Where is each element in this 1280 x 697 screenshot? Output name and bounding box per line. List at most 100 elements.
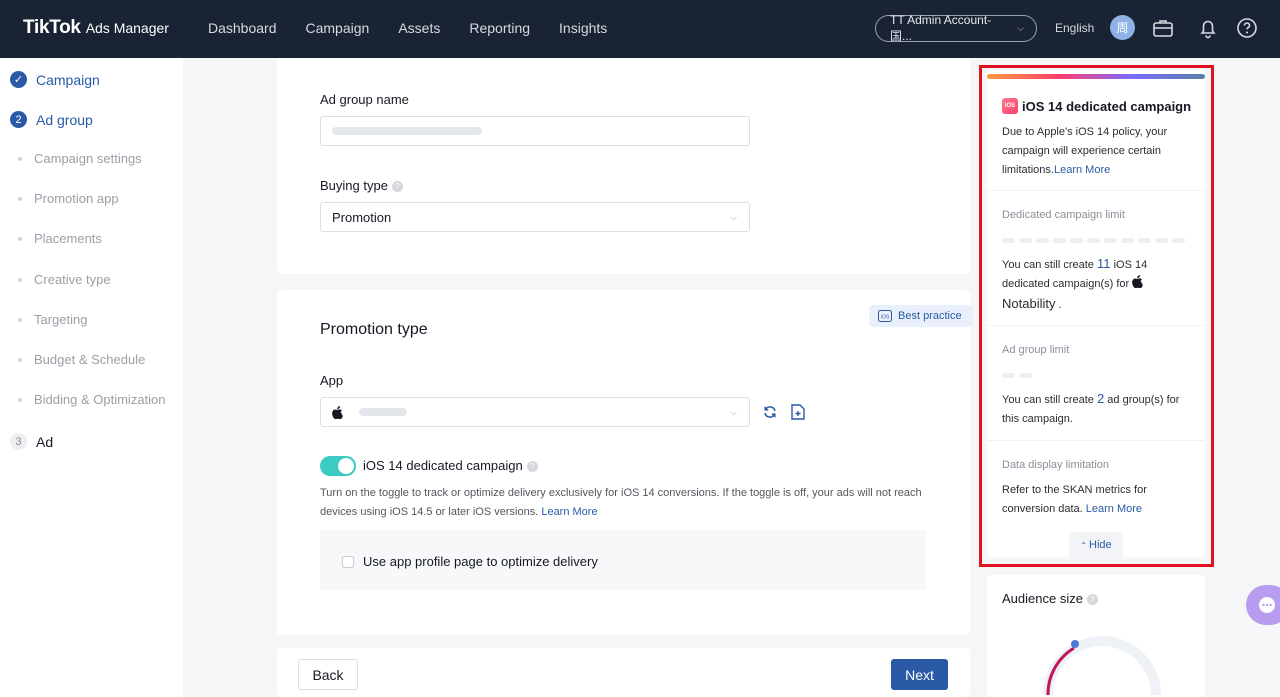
profile-page-label: Use app profile page to optimize deliver… — [363, 554, 598, 569]
adgroup-limit-pre: You can still create — [1002, 394, 1094, 406]
apple-icon — [332, 405, 343, 419]
chevron-down-icon: ⌵ — [730, 407, 737, 417]
nav-reporting[interactable]: Reporting — [469, 20, 530, 36]
learn-more-link[interactable]: Learn More — [1054, 164, 1110, 176]
substep-label: Bidding & Optimization — [34, 392, 166, 407]
app-label: App — [320, 373, 344, 388]
briefcase-icon[interactable] — [1152, 17, 1174, 39]
substep-campaign-settings[interactable]: Campaign settings — [18, 151, 142, 166]
audience-size-card: Audience size? — [987, 575, 1205, 697]
substep-label: Placements — [34, 231, 102, 246]
ios14-description-text: Turn on the toggle to track or optimize … — [320, 487, 922, 518]
nav-campaign[interactable]: Campaign — [306, 20, 370, 36]
bullet-icon — [18, 397, 22, 402]
buying-type-value: Promotion — [332, 209, 392, 225]
nav-dashboard[interactable]: Dashboard — [208, 20, 277, 36]
help-icon[interactable]: ? — [526, 461, 538, 473]
back-button[interactable]: Back — [298, 659, 358, 690]
help-icon[interactable]: ? — [391, 181, 403, 193]
hide-label: Hide — [1089, 539, 1112, 551]
ios-icon: iOS — [878, 310, 892, 322]
substep-label: Campaign settings — [34, 151, 142, 166]
help-icon[interactable]: ? — [1086, 594, 1098, 606]
bullet-icon — [18, 236, 22, 241]
blurred-value — [332, 127, 482, 135]
footer-bar: Back Next — [277, 648, 970, 697]
campaign-limit-title: Dedicated campaign limit — [1002, 209, 1125, 221]
bullet-icon — [18, 277, 22, 282]
adgroup-name-input[interactable] — [320, 116, 750, 146]
chevron-down-icon: ⌵ — [1017, 23, 1024, 33]
bell-icon[interactable] — [1197, 17, 1219, 39]
buying-type-text: Buying type — [320, 178, 388, 193]
buying-type-select[interactable]: Promotion ⌵ — [320, 202, 750, 232]
audience-title: Audience size? — [1002, 591, 1098, 606]
ios14-info-panel: iOS iOS 14 dedicated campaign Due to App… — [987, 70, 1205, 557]
best-practice-label: Best practice — [898, 310, 962, 322]
substep-placements[interactable]: Placements — [18, 231, 102, 246]
refresh-icon[interactable] — [763, 405, 777, 419]
ios-badge-icon: iOS — [1002, 98, 1018, 114]
account-selector[interactable]: TT Admin Account-国... ⌵ — [875, 13, 1037, 43]
adgroup-limit-meter — [1002, 373, 1032, 378]
bullet-icon — [18, 357, 22, 362]
step-label: Ad — [36, 433, 54, 450]
app-name: Notability — [1002, 296, 1056, 311]
substep-label: Targeting — [34, 312, 88, 327]
substep-promotion-app[interactable]: Promotion app — [18, 191, 119, 206]
step-label: Campaign — [36, 71, 100, 88]
adgroup-limit-text: You can still create 2 ad group(s) for t… — [1002, 389, 1192, 429]
bullet-icon — [18, 317, 22, 322]
learn-more-link[interactable]: Learn More — [541, 506, 597, 518]
steps-sidebar: ✓ Campaign 2 Ad group Campaign settings … — [0, 58, 183, 697]
step-campaign[interactable]: ✓ Campaign — [10, 71, 100, 88]
step-ad-group[interactable]: 2 Ad group — [10, 111, 93, 128]
substep-bidding-optimization[interactable]: Bidding & Optimization — [18, 392, 166, 407]
ios14-label-text: iOS 14 dedicated campaign — [363, 458, 523, 473]
gradient-header-bar — [987, 74, 1205, 79]
substep-label: Budget & Schedule — [34, 352, 146, 367]
app-suffix: . — [1058, 299, 1062, 311]
hide-button[interactable]: ⌃ Hide — [1069, 532, 1123, 557]
adgroup-limit-title: Ad group limit — [1002, 344, 1070, 356]
chat-button[interactable] — [1246, 585, 1280, 625]
app-select[interactable]: ⌵ — [320, 397, 750, 427]
substep-label: Promotion app — [34, 191, 119, 206]
campaign-limit-meter — [1002, 238, 1185, 243]
nav-assets[interactable]: Assets — [398, 20, 440, 36]
step-ad[interactable]: 3 Ad — [10, 433, 53, 450]
substep-creative-type[interactable]: Creative type — [18, 272, 111, 287]
tiktok-ads-logo[interactable]: TikTok Ads Manager — [23, 17, 169, 39]
blurred-app-name — [359, 408, 407, 416]
adgroup-name-label: Ad group name — [320, 92, 409, 107]
next-button[interactable]: Next — [891, 659, 948, 690]
display-limit-text: Refer to the SKAN metrics for conversion… — [1002, 481, 1192, 519]
account-name: TT Admin Account-国... — [890, 13, 992, 43]
profile-page-checkbox[interactable] — [342, 556, 354, 568]
language-switch[interactable]: English — [1055, 21, 1094, 35]
apple-icon — [1132, 275, 1144, 289]
chat-icon — [1259, 597, 1275, 613]
chevron-up-icon: ⌃ — [1080, 540, 1088, 550]
top-navigation: TikTok Ads Manager Dashboard Campaign As… — [0, 0, 1280, 58]
substep-targeting[interactable]: Targeting — [18, 312, 87, 327]
divider — [987, 325, 1205, 326]
panel-title: iOS iOS 14 dedicated campaign — [1002, 98, 1191, 114]
learn-more-link[interactable]: Learn More — [1086, 503, 1142, 515]
avatar[interactable]: 周 — [1110, 15, 1135, 40]
ios14-toggle[interactable] — [320, 456, 356, 476]
main-nav: Dashboard Campaign Assets Reporting Insi… — [208, 20, 607, 36]
substep-budget-schedule[interactable]: Budget & Schedule — [18, 352, 145, 367]
gauge-pointer — [1071, 640, 1079, 648]
campaign-limit-count: 11 — [1097, 256, 1111, 271]
promotion-title: Promotion type — [320, 321, 428, 338]
panel-title-text: iOS 14 dedicated campaign — [1022, 98, 1192, 114]
add-file-icon[interactable] — [791, 404, 805, 420]
audience-title-text: Audience size — [1002, 591, 1083, 606]
check-icon: ✓ — [10, 71, 27, 88]
help-icon[interactable] — [1236, 17, 1258, 39]
best-practice-button[interactable]: iOS Best practice — [869, 305, 973, 327]
campaign-limit-text: You can still create 11 iOS 14 dedicated… — [1002, 254, 1192, 315]
nav-insights[interactable]: Insights — [559, 20, 607, 36]
bullet-icon — [18, 196, 22, 201]
